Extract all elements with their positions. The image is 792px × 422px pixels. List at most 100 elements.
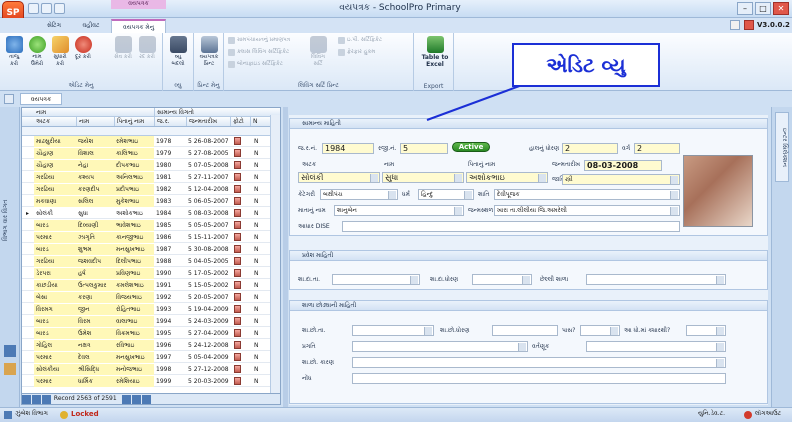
first-record-icon[interactable]: [22, 395, 31, 404]
table-row[interactable]: બેસા કરણા વિજયભાઇ 1992 5 20-05-2007 N: [22, 292, 280, 303]
help-icon[interactable]: [730, 20, 740, 30]
division-field[interactable]: 2: [634, 143, 680, 154]
right-rail-label[interactable]: ઇન્ટર સિલેક્શન: [775, 112, 789, 182]
note-field[interactable]: [352, 373, 726, 384]
col-father[interactable]: પિતાનું નામ: [114, 117, 154, 126]
religion-field[interactable]: હિન્દુ: [418, 189, 474, 200]
table-row[interactable]: બારડ વિરમ વાલાભાઇ 1994 5 24-03-2009 N: [22, 316, 280, 327]
maximize-icon[interactable]: □: [755, 2, 771, 15]
table-row[interactable]: ગરઢિયા કરણદીપ પ્રદીપભાઇ 1982 5 12-04-2008 N: [22, 184, 280, 195]
col-gr[interactable]: જ.ર.: [154, 117, 186, 126]
table-row[interactable]: ▸ સોલંકી સુધા અશોકભાઇ 1984 5 08-03-2008 N: [22, 208, 280, 219]
current-std-field[interactable]: 2: [562, 143, 618, 154]
pin-icon[interactable]: [4, 94, 14, 104]
reason-field[interactable]: [352, 357, 726, 368]
next-page-icon[interactable]: [131, 395, 141, 404]
table-row[interactable]: ગરઢિયા જશવદીપ દિલીપભાઇ 1988 5 04-05-2005 N: [22, 256, 280, 267]
table-row[interactable]: સોલંકીયા શ્રીસિદ્ધિ મનોજભાઇ 1998 5 27-12-200…: [22, 364, 280, 375]
birthplace-field[interactable]: ખારા તા.લીલીયા જિ.અમરેલી: [494, 205, 680, 216]
small-item-2[interactable]: ક્લાસ લિવિંગ સર્ટિફિકેટ: [228, 49, 289, 56]
close-icon[interactable]: ✕: [773, 2, 789, 15]
print-vaypatrak-button[interactable]: વયપત્રક પ્રિન્ટ: [199, 36, 219, 68]
table-row[interactable]: માઢસુરીયા જયેશ રમેશભાઇ 1978 5 26-08-2007 N: [22, 136, 280, 147]
subcaste-field[interactable]: દેવીપૂજક: [494, 189, 680, 200]
tab-administration[interactable]: વહીવટ: [72, 19, 110, 33]
col-photo[interactable]: ફોટો: [230, 117, 250, 126]
dob-field[interactable]: 08-03-2008: [584, 160, 662, 171]
book-icon[interactable]: [4, 345, 16, 357]
mother-field[interactable]: શાનુબેન: [334, 205, 464, 216]
surname-field[interactable]: સોલંકી: [298, 172, 380, 183]
save-button[interactable]: સેવ કરો: [113, 36, 133, 61]
name-field[interactable]: સુધા: [382, 172, 464, 183]
quick-save-icon[interactable]: [28, 3, 39, 14]
small-item-5[interactable]: ફેરફાર હુકમ: [338, 49, 375, 56]
leaving-cert-button[interactable]: લિવિંગ સર્ટિ: [308, 36, 328, 68]
table-row[interactable]: બારડ શુભમ મનસુખભાઇ 1987 5 30-08-2008 N: [22, 244, 280, 255]
add-name-button[interactable]: નામ ઉમેરો: [27, 36, 47, 68]
table-row[interactable]: મકવાણા સલિલ મુકેશભાઇ 1983 5 06-05-2007 N: [22, 196, 280, 207]
adm-std-field[interactable]: [472, 274, 532, 285]
delete-button[interactable]: દૂર કરો: [73, 36, 93, 61]
refresh-button[interactable]: તાજુ કરો: [4, 36, 24, 68]
tab-settings[interactable]: સેટિંગ: [36, 19, 72, 33]
table-to-excel-button[interactable]: Table to Excel: [420, 36, 450, 68]
grid-filter-row[interactable]: [22, 127, 280, 136]
last-record-icon[interactable]: [141, 395, 151, 404]
aadhaar-field[interactable]: [342, 221, 680, 232]
small-item-3[interactable]: બોનાફાઇડ સર્ટિફિકેટ: [228, 61, 283, 68]
small-item-1[interactable]: ગ્રામપંચાયતનું પ્રમાણપત્ર: [228, 37, 290, 44]
table-row[interactable]: પરમાર દેવલ મનસુખભાઇ 1997 5 05-04-2009 N: [22, 352, 280, 363]
adm-date-field[interactable]: [332, 274, 420, 285]
table-row[interactable]: ચૌહાણ નેહા દીપકભાઇ 1980 5 07-05-2008 N: [22, 160, 280, 171]
account-icon[interactable]: [744, 20, 754, 30]
next-record-icon[interactable]: [121, 395, 131, 404]
col-dob[interactable]: જન્મતારીખ: [186, 117, 230, 126]
change-view-button[interactable]: વ્યુ બદલો: [168, 36, 188, 68]
folder-icon[interactable]: [4, 363, 16, 375]
minimize-icon[interactable]: –: [737, 2, 753, 15]
edit-button[interactable]: સુધારો કરો: [50, 36, 70, 68]
table-row[interactable]: પરમાર ધાર્મિક રમેશિયાઇ 1999 5 20-03-2009 N: [22, 376, 280, 387]
table-row[interactable]: વિરમગ જીન રોહિતભાઇ 1993 5 19-04-2009 N: [22, 304, 280, 315]
splitter[interactable]: [283, 107, 288, 407]
conduct-field[interactable]: [586, 341, 726, 352]
prev-page-icon[interactable]: [32, 395, 41, 404]
table-row[interactable]: બારડ દિવ્યાણી ભાવેશભાઇ 1985 5 05-05-2007 N: [22, 220, 280, 231]
status-left-text[interactable]: ઝુંબેશ વિભાગ: [15, 410, 48, 418]
quick-undo-icon[interactable]: [41, 3, 52, 14]
last-school-field[interactable]: [586, 274, 726, 285]
year-field[interactable]: [686, 325, 726, 336]
col-name[interactable]: નામ: [76, 117, 114, 126]
caste-field[interactable]: સ્ત્રી: [562, 174, 680, 185]
table-row[interactable]: બારડ ઉમેશ વિક્રમભાઇ 1995 5 27-04-2009 N: [22, 328, 280, 339]
table-row[interactable]: ડેરપરા હર્ષ પ્રવિણભાઇ 1990 5 17-05-2002 N: [22, 268, 280, 279]
power-icon[interactable]: [744, 411, 752, 419]
pass-field[interactable]: [580, 325, 620, 336]
student-photo[interactable]: [683, 155, 753, 227]
leave-std-field[interactable]: [492, 325, 558, 336]
prev-record-icon[interactable]: [42, 395, 51, 404]
logout-link[interactable]: લૉગઆઉટ: [755, 410, 781, 418]
document-tab[interactable]: વયપત્રક: [20, 93, 62, 105]
tab-vaypatrak-menu[interactable]: વયપત્રક મેનુ: [111, 19, 166, 33]
grid-scrollbar[interactable]: [270, 115, 280, 393]
small-item-4[interactable]: ઇ.પી. સર્ટિફિકેટ: [338, 37, 382, 44]
col-surname[interactable]: અટક: [34, 117, 76, 126]
category-field[interactable]: બક્ષીપંચ: [320, 189, 398, 200]
leave-date-field[interactable]: [352, 325, 434, 336]
progress-field[interactable]: [352, 341, 528, 352]
left-rail-label[interactable]: વિભાગ વાર વિગત: [2, 180, 18, 260]
cell-father: કાલિભાઇ: [114, 148, 154, 159]
father-field[interactable]: અશોકભાઇ: [466, 172, 548, 183]
gr-no-field[interactable]: 1984: [322, 143, 374, 154]
table-row[interactable]: ગરઢિયા કશ્યપ અનિલભાઇ 1981 5 27-11-2007 N: [22, 172, 280, 183]
quick-redo-icon[interactable]: [54, 3, 65, 14]
table-row[interactable]: ચૌહાણ વિશાલ કાલિભાઇ 1979 5 27-08-2005 N: [22, 148, 280, 159]
table-row[interactable]: ગોહિલ નક્ષત્ર રવિભાઇ 1996 5 24-12-2008 N: [22, 340, 280, 351]
reg-no-field[interactable]: 5: [400, 143, 448, 154]
col-n[interactable]: N: [250, 117, 270, 126]
cancel-button[interactable]: રદ કરો: [137, 36, 157, 61]
table-row[interactable]: પરમાર ઝાગૃતિ કાનજીભાઇ 1986 5 15-11-2007 N: [22, 232, 280, 243]
table-row[interactable]: કાછડીયા ઉત્પલકુમાર કમલેશભાઇ 1991 5 15-05-200…: [22, 280, 280, 291]
